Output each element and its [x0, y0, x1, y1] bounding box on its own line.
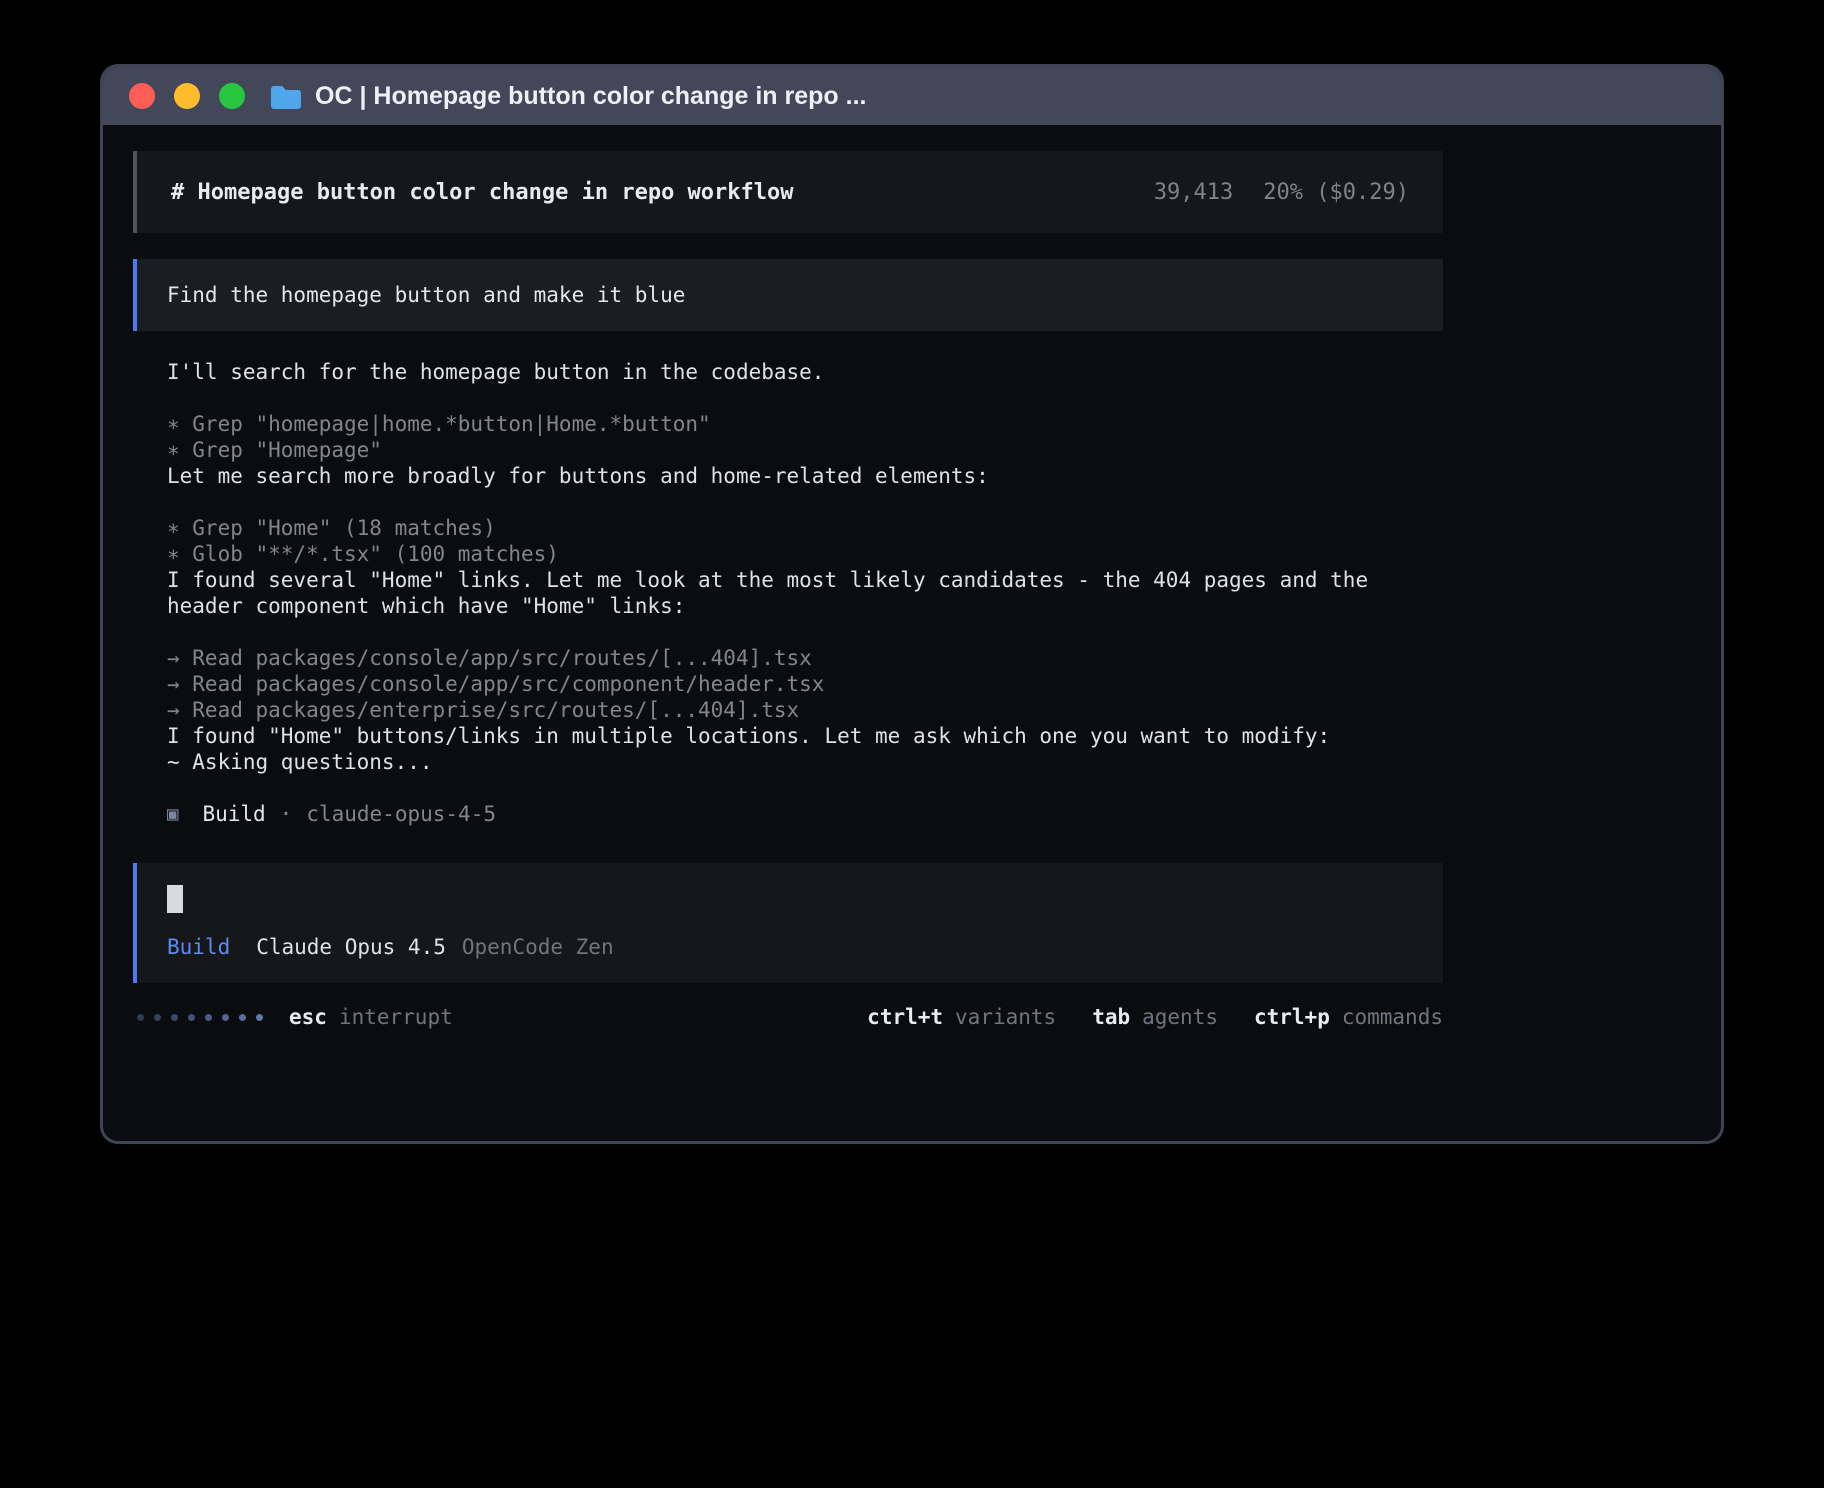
agent-separator: · [280, 801, 293, 827]
agent-icon: ▣ [167, 801, 178, 827]
tool-call-line: → Read packages/console/app/src/componen… [167, 671, 1409, 697]
tool-call-line: ∗ Glob "**/*.tsx" (100 matches) [167, 541, 1409, 567]
mode-label[interactable]: Build [167, 935, 230, 959]
model-label: Claude Opus 4.5 [256, 935, 446, 959]
maximize-button[interactable] [219, 83, 245, 109]
terminal-window: OC | Homepage button color change in rep… [100, 64, 1724, 1144]
session-stats: 39,413 20% ($0.29) [1154, 180, 1409, 205]
traffic-lights [129, 83, 245, 109]
window-title: OC | Homepage button color change in rep… [315, 82, 866, 111]
esc-shortcut: esc interrupt [289, 1005, 453, 1029]
status-right: ctrl+t variants tab agents ctrl+p comman… [867, 1005, 1443, 1029]
close-button[interactable] [129, 83, 155, 109]
shortcut-key: ctrl+t [867, 1005, 943, 1029]
status-bar: esc interrupt ctrl+t variants tab agents… [133, 1005, 1443, 1029]
shortcut-label: commands [1342, 1005, 1443, 1029]
context-usage: 20% ($0.29) [1263, 180, 1409, 205]
tool-call-line: ∗ Grep "homepage|home.*button|Home.*butt… [167, 411, 1409, 437]
terminal-content: # Homepage button color change in repo w… [133, 151, 1443, 1029]
session-header: # Homepage button color change in repo w… [133, 151, 1443, 233]
tool-call-line: ∗ Grep "Home" (18 matches) [167, 515, 1409, 541]
tool-call-line: ∗ Grep "Homepage" [167, 437, 1409, 463]
shortcut-label: agents [1142, 1005, 1218, 1029]
shortcut-label: variants [955, 1005, 1056, 1029]
user-message-text: Find the homepage button and make it blu… [167, 283, 685, 307]
session-title: # Homepage button color change in repo w… [171, 180, 794, 205]
esc-label: interrupt [339, 1005, 453, 1029]
user-message: Find the homepage button and make it blu… [133, 259, 1443, 331]
shortcut-commands: ctrl+p commands [1254, 1005, 1443, 1029]
tool-call-line: → Read packages/enterprise/src/routes/[.… [167, 697, 1409, 723]
text-cursor [167, 885, 183, 913]
input-meta-row: Build Claude Opus 4.5 OpenCode Zen [167, 935, 1413, 959]
titlebar: OC | Homepage button color change in rep… [103, 67, 1721, 125]
status-left: esc interrupt [137, 1005, 453, 1029]
shortcut-key: tab [1092, 1005, 1130, 1029]
provider-label: OpenCode Zen [462, 935, 614, 959]
agent-name: Build [202, 801, 265, 827]
assistant-text: I'll search for the homepage button in t… [167, 359, 1409, 385]
assistant-status-text: ~ Asking questions... [167, 749, 1409, 775]
esc-key: esc [289, 1005, 327, 1029]
tool-call-group: → Read packages/console/app/src/routes/[… [167, 645, 1409, 723]
assistant-text: I found "Home" buttons/links in multiple… [167, 723, 1409, 749]
shortcut-agents: tab agents [1092, 1005, 1218, 1029]
tool-call-group: ∗ Grep "Home" (18 matches) ∗ Glob "**/*.… [167, 515, 1409, 567]
assistant-text: I found several "Home" links. Let me loo… [167, 567, 1409, 619]
token-count: 39,413 [1154, 180, 1233, 205]
transcript: I'll search for the homepage button in t… [133, 331, 1443, 827]
assistant-text: Let me search more broadly for buttons a… [167, 463, 1409, 489]
agent-model: claude-opus-4-5 [306, 801, 496, 827]
prompt-input[interactable]: Build Claude Opus 4.5 OpenCode Zen [133, 863, 1443, 983]
folder-icon [269, 83, 301, 109]
agent-status-row: ▣ Build · claude-opus-4-5 [167, 801, 1409, 827]
spinner-icon [137, 1014, 263, 1021]
minimize-button[interactable] [174, 83, 200, 109]
shortcut-key: ctrl+p [1254, 1005, 1330, 1029]
tool-call-line: → Read packages/console/app/src/routes/[… [167, 645, 1409, 671]
tool-call-group: ∗ Grep "homepage|home.*button|Home.*butt… [167, 411, 1409, 463]
shortcut-variants: ctrl+t variants [867, 1005, 1056, 1029]
